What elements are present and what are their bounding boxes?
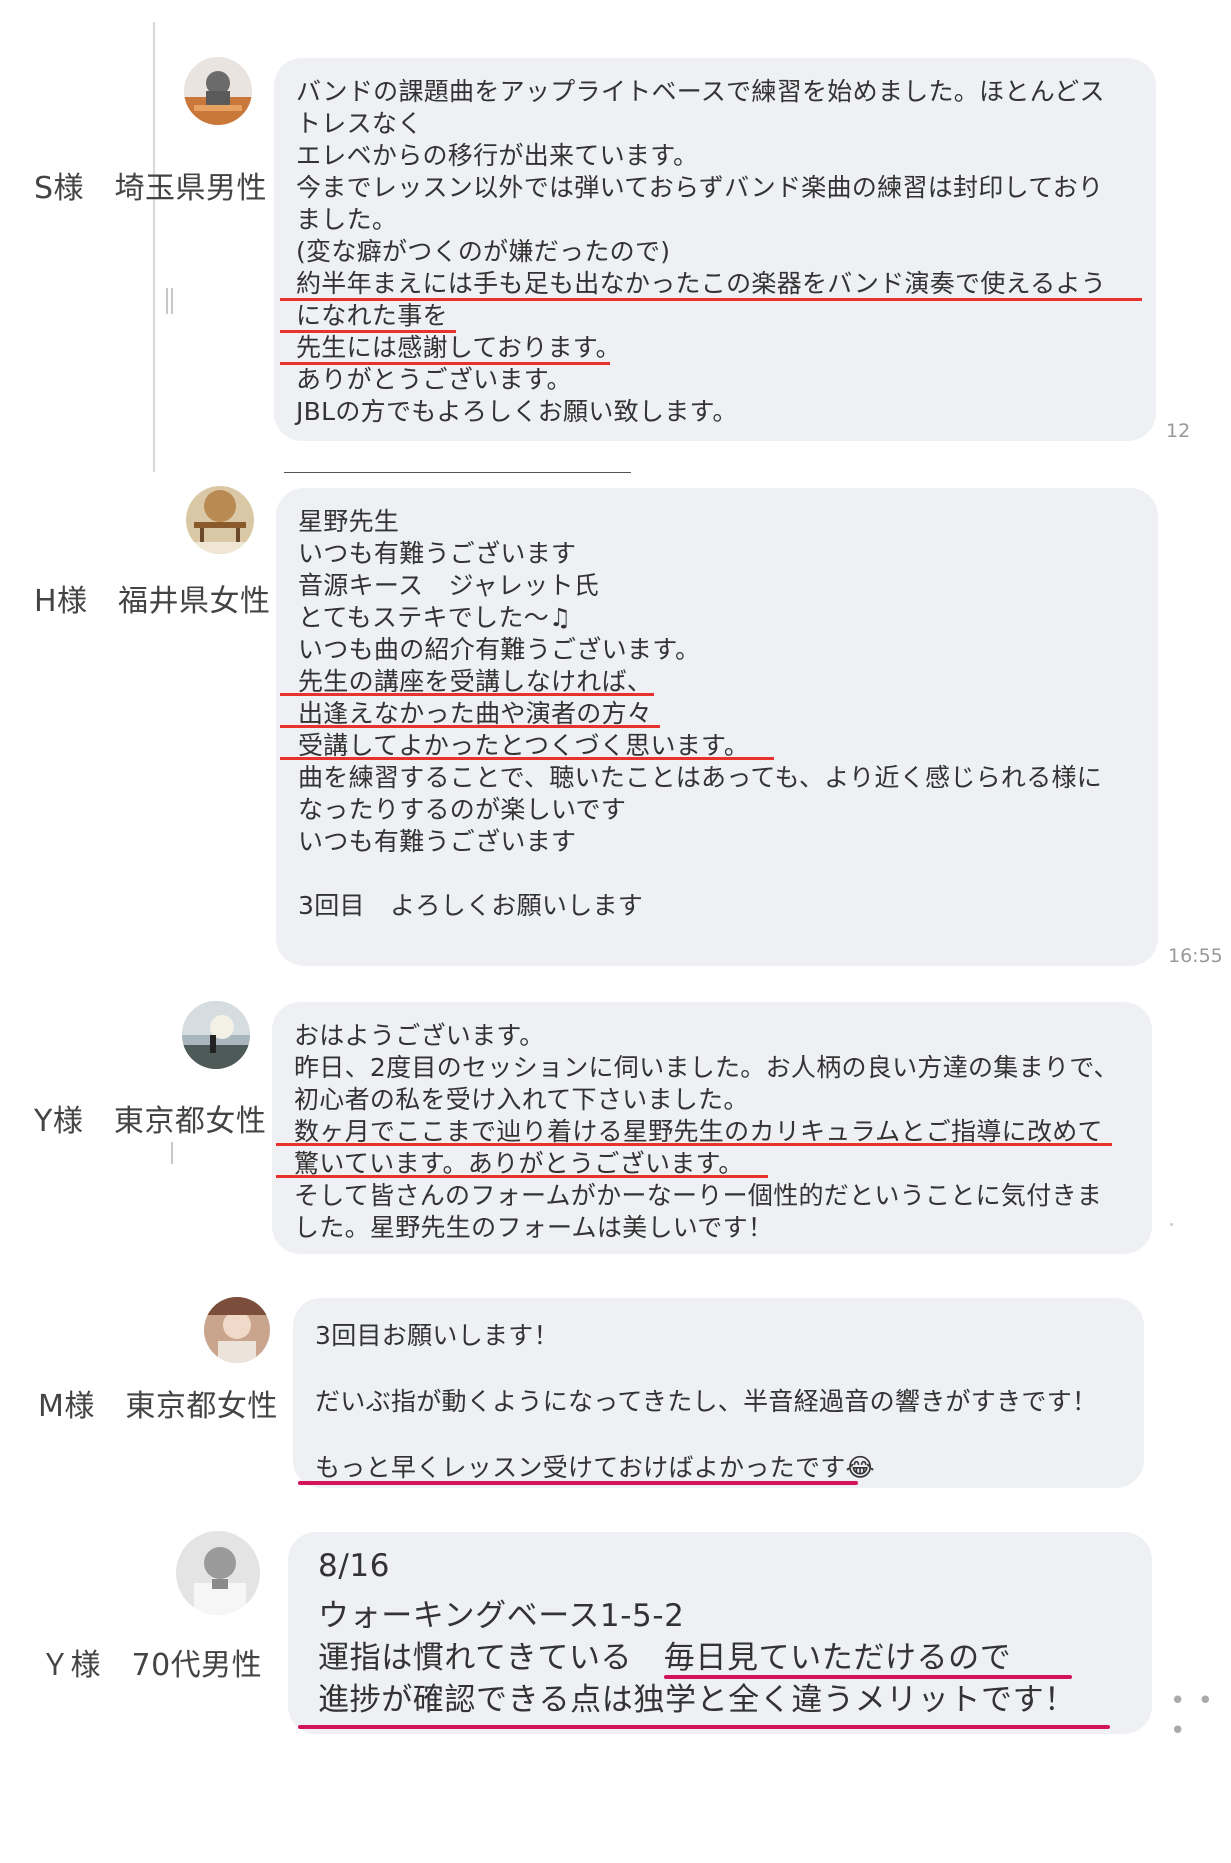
highlight-underline <box>280 330 456 333</box>
avatar <box>182 1001 250 1069</box>
message-line: おはようございます。 <box>294 1021 545 1050</box>
message-line: 8/16 <box>318 1548 391 1584</box>
message-line: ウォーキングベース1-5-2 <box>318 1598 685 1634</box>
message-line: そして皆さんのフォームがかーなーりー個性的だということに気付きま <box>294 1181 1103 1210</box>
message-line: 曲を練習することで、聴いたことはあっても、より近く感じられる様に <box>298 763 1103 792</box>
message-line: 進捗が確認できる点は独学と全く違うメリットです！ <box>318 1682 1076 1718</box>
message-line: 星野先生 <box>298 507 400 536</box>
highlight-underline <box>280 362 610 365</box>
message-line: いつも曲の紹介有難うございます。 <box>298 635 701 664</box>
highlight-underline <box>280 693 654 696</box>
highlight-underline <box>276 1175 768 1178</box>
highlight-underline <box>276 1143 1112 1146</box>
message-line: もっと早くレッスン受けておけばよかったです😂 <box>315 1453 876 1482</box>
customer-name: Ｙ様 70代男性 <box>40 1648 263 1683</box>
message-bubble: おはようございます。 昨日、2度目のセッションに伺いました。お人柄の良い方達の集… <box>272 1002 1152 1254</box>
message-line: いつも有難うございます <box>298 827 577 856</box>
timestamp: 16:55 <box>1168 945 1223 967</box>
highlight-underline <box>664 1675 1072 1679</box>
customer-name: H様 福井県女性 <box>34 584 271 619</box>
message-line: 3回目 よろしくお願いします <box>298 891 644 920</box>
customer-name: S様 埼玉県男性 <box>34 171 268 206</box>
thread-divider <box>153 22 155 472</box>
message-bubble: バンドの課題曲をアップライトベースで練習を始めました。ほとんどス トレスなく エ… <box>274 58 1156 441</box>
message-bubble: 3回目お願いします！ だいぶ指が動くようになってきたし、半音経過音の響きがすきで… <box>293 1298 1144 1488</box>
message-bubble: 8/16 ウォーキングベース1-5-2 運指は慣れてきている 毎日見ていただける… <box>288 1532 1152 1734</box>
avatar <box>186 486 254 554</box>
message-line: バンドの課題曲をアップライトベースで練習を始めました。ほとんどス <box>296 77 1105 106</box>
message-line: ました。 <box>296 205 398 234</box>
separator <box>284 472 631 473</box>
message-line: トレスなく <box>296 109 423 138</box>
message-line: 音源キース ジャレット氏 <box>298 571 600 600</box>
message-line: になれた事を <box>296 301 448 330</box>
highlight-underline <box>298 1725 1110 1729</box>
message-line: なったりするのが楽しいです <box>298 795 627 824</box>
message-line: (変な癖がつくのが嫌だったので) <box>296 237 671 266</box>
avatar <box>176 1531 260 1615</box>
message-line: だいぶ指が動くようになってきたし、半音経過音の響きがすきです！ <box>315 1387 1098 1416</box>
message-line: した。星野先生のフォームは美しいです！ <box>294 1213 774 1242</box>
avatar <box>184 57 252 125</box>
customer-name: M様 東京都女性 <box>38 1389 278 1424</box>
message-line: いつも有難うございます <box>298 539 577 568</box>
status-dot <box>1170 1223 1173 1226</box>
customer-name: Y様 東京都女性 <box>34 1104 267 1139</box>
divider-mark <box>166 288 173 314</box>
message-line: エレベからの移行が出来ています。 <box>296 141 699 170</box>
message-line: JBLの方でもよろしくお願い致します。 <box>296 397 738 426</box>
avatar <box>204 1297 270 1363</box>
timestamp: 12 <box>1166 420 1191 442</box>
message-line: 3回目お願いします！ <box>315 1321 559 1350</box>
message-line: 約半年まえには手も足も出なかったこの楽器をバンド演奏で使えるよう <box>296 269 1107 298</box>
highlight-underline <box>280 298 1142 301</box>
message-line: とてもステキでした〜♫ <box>298 603 572 632</box>
message-line: 初心者の私を受け入れて下さいました。 <box>294 1085 749 1114</box>
highlight-underline <box>280 757 774 760</box>
message-line: ありがとうございます。 <box>296 365 572 394</box>
more-options-icon[interactable]: • • • <box>1170 1686 1231 1746</box>
message-line: 昨日、2度目のセッションに伺いました。お人柄の良い方達の集まりで、 <box>294 1053 1119 1082</box>
highlight-underline <box>280 725 660 728</box>
highlight-underline <box>298 1481 858 1485</box>
message-line: 運指は慣れてきている 毎日見ていただけるので <box>318 1640 1012 1676</box>
message-line: 今までレッスン以外では弾いておらずバンド楽曲の練習は封印しており <box>296 173 1104 202</box>
message-line: 先生には感謝しております。 <box>296 333 621 362</box>
divider-mark <box>171 1142 173 1164</box>
